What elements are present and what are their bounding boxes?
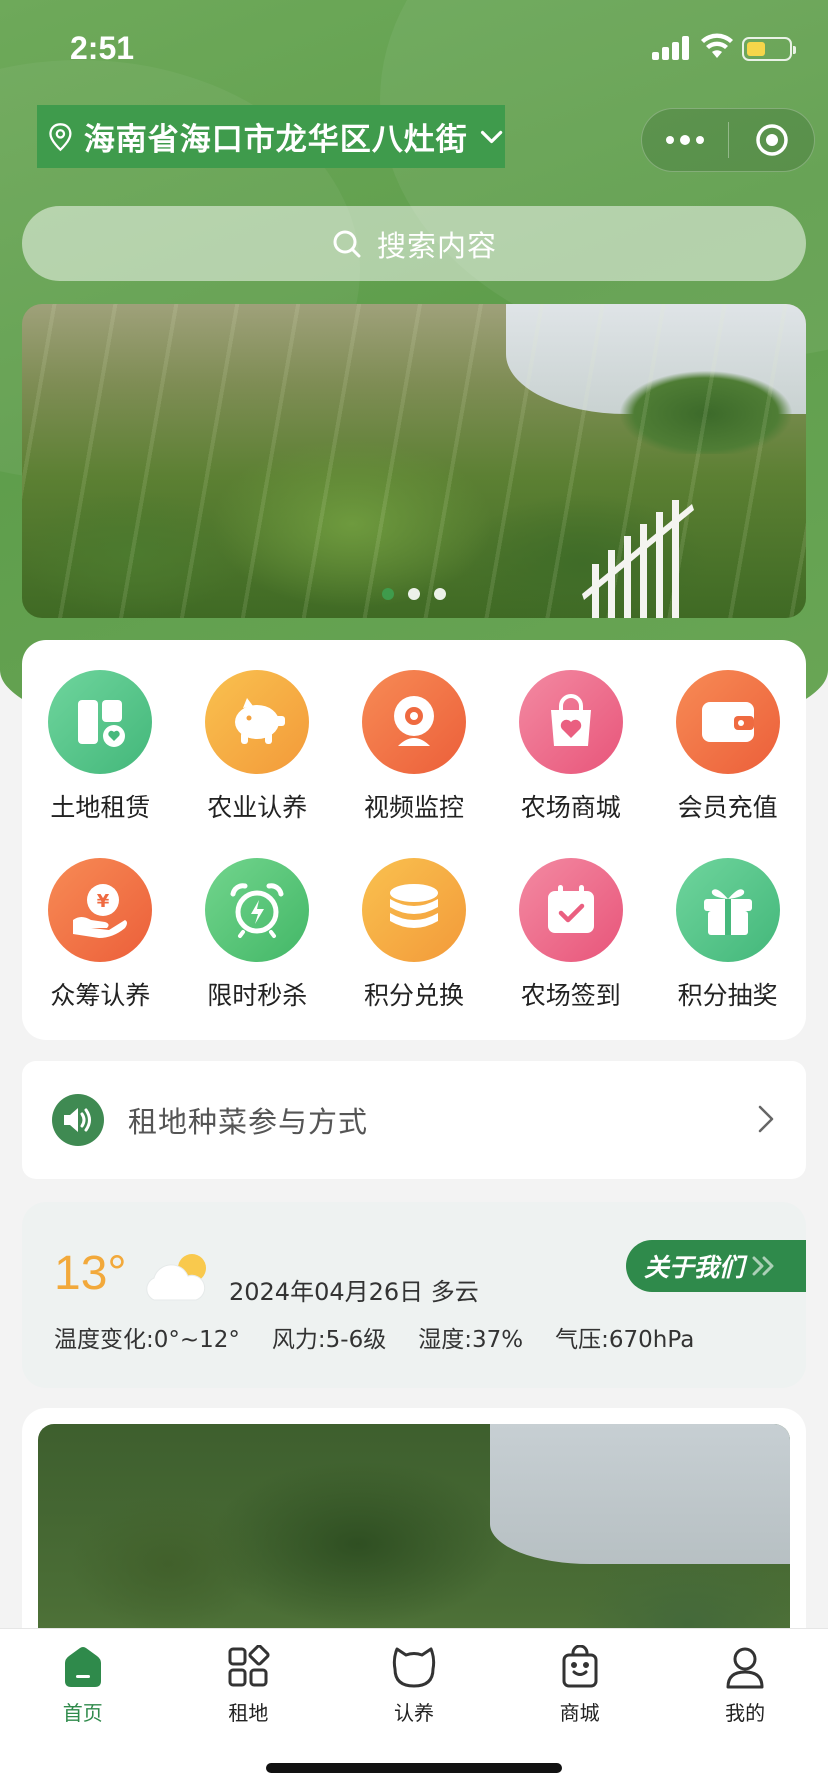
double-chevron-icon	[752, 1256, 774, 1276]
cat-icon	[390, 1643, 438, 1691]
chevron-right-icon	[758, 1105, 774, 1133]
menu-agri-adopt[interactable]: 农业认养	[179, 670, 336, 824]
menu-land-rental[interactable]: 土地租赁	[22, 670, 179, 824]
about-us-label: 关于我们	[644, 1253, 745, 1282]
weather-temp-range: 温度变化:0°~12°	[54, 1327, 240, 1353]
menu-label: 视频监控	[363, 793, 464, 822]
tab-label: 租地	[228, 1701, 269, 1725]
quick-menu-card: 土地租赁 农业认养 视频监控 农场商城 会员充值 ¥ 众筹认养 限时秒杀 积分兑…	[22, 640, 806, 1040]
menu-flash-sale[interactable]: 限时秒杀	[179, 858, 336, 1012]
shopping-bag-icon	[518, 670, 623, 774]
target-icon	[755, 124, 788, 156]
cloudy-icon	[146, 1254, 206, 1301]
more-dots-icon	[666, 135, 704, 145]
yen-hand-icon: ¥	[48, 858, 153, 962]
carousel-dot[interactable]	[434, 588, 446, 600]
camera-icon	[361, 670, 466, 774]
alarm-clock-icon	[205, 858, 310, 962]
gift-icon	[675, 858, 780, 962]
home-icon	[59, 1643, 107, 1691]
piggy-icon	[205, 670, 310, 774]
more-button[interactable]	[642, 109, 728, 171]
search-bar[interactable]: 搜索内容	[22, 206, 806, 281]
tab-mine[interactable]: 我的	[662, 1629, 828, 1729]
about-us-button[interactable]: 关于我们	[626, 1240, 806, 1292]
signal-icon	[652, 36, 692, 60]
menu-farm-mall[interactable]: 农场商城	[492, 670, 649, 824]
weather-details: 温度变化:0°~12° 风力:5-6级 湿度:37% 气压:670hPa	[54, 1320, 726, 1354]
notice-text: 租地种菜参与方式	[128, 1105, 369, 1139]
status-time: 2:51	[70, 30, 135, 66]
coins-icon	[361, 858, 466, 962]
tab-label: 首页	[62, 1701, 103, 1725]
location-selector[interactable]: 海南省海口市龙华区八灶街	[37, 105, 505, 168]
svg-text:¥: ¥	[97, 891, 110, 912]
search-icon	[333, 230, 361, 257]
status-bar: 2:51	[0, 0, 828, 100]
menu-points-exchange[interactable]: 积分兑换	[336, 858, 493, 1012]
menu-video-monitor[interactable]: 视频监控	[336, 670, 493, 824]
banner-carousel[interactable]	[22, 304, 806, 618]
menu-farm-checkin[interactable]: 农场签到	[492, 858, 649, 1012]
weather-temperature: 13°	[54, 1247, 127, 1300]
home-indicator	[266, 1763, 562, 1773]
speaker-icon	[52, 1094, 104, 1146]
weather-card: 13° 2024年04月26日 多云 温度变化:0°~12° 风力:5-6级 湿…	[22, 1202, 806, 1388]
menu-crowdfund-adopt[interactable]: ¥ 众筹认养	[22, 858, 179, 1012]
carousel-dots	[22, 588, 806, 600]
menu-label: 积分兑换	[363, 981, 464, 1010]
calendar-check-icon	[518, 858, 623, 962]
wifi-icon	[701, 33, 733, 58]
weather-wind: 风力:5-6级	[271, 1327, 387, 1353]
tab-label: 我的	[725, 1701, 766, 1725]
weather-pressure: 气压:670hPa	[555, 1327, 695, 1353]
battery-icon	[742, 37, 796, 61]
shop-bag-icon	[556, 1643, 604, 1691]
menu-label: 农场签到	[520, 981, 621, 1010]
weather-humidity: 湿度:37%	[418, 1327, 524, 1353]
tab-rent-land[interactable]: 租地	[166, 1629, 332, 1729]
miniprogram-capsule	[641, 108, 815, 172]
tab-mall[interactable]: 商城	[497, 1629, 663, 1729]
close-miniprogram-button[interactable]	[729, 109, 814, 171]
tab-home[interactable]: 首页	[0, 1629, 166, 1729]
grid-icon	[224, 1643, 272, 1691]
tab-adopt[interactable]: 认养	[331, 1629, 497, 1729]
wallet-icon	[675, 670, 780, 774]
notice-bar[interactable]: 租地种菜参与方式	[22, 1061, 806, 1179]
menu-points-lottery[interactable]: 积分抽奖	[649, 858, 806, 1012]
search-placeholder: 搜索内容	[376, 228, 497, 263]
menu-label: 限时秒杀	[207, 981, 308, 1010]
menu-label: 众筹认养	[50, 981, 151, 1010]
carousel-dot[interactable]	[382, 588, 394, 600]
tab-label: 认养	[393, 1701, 434, 1725]
chevron-down-icon	[480, 130, 503, 143]
weather-date: 2024年04月26日 多云	[229, 1278, 479, 1306]
menu-member-recharge[interactable]: 会员充值	[649, 670, 806, 824]
land-icon	[48, 670, 153, 774]
location-text: 海南省海口市龙华区八灶街	[83, 122, 468, 158]
menu-label: 农场商城	[520, 793, 621, 822]
menu-label: 会员充值	[677, 793, 778, 822]
menu-label: 土地租赁	[50, 793, 151, 822]
menu-label: 农业认养	[207, 793, 308, 822]
tab-label: 商城	[559, 1701, 600, 1725]
location-pin-icon	[49, 122, 72, 151]
user-icon	[721, 1643, 769, 1691]
carousel-dot[interactable]	[408, 588, 420, 600]
farm-sky	[490, 1424, 790, 1564]
menu-label: 积分抽奖	[677, 981, 778, 1010]
